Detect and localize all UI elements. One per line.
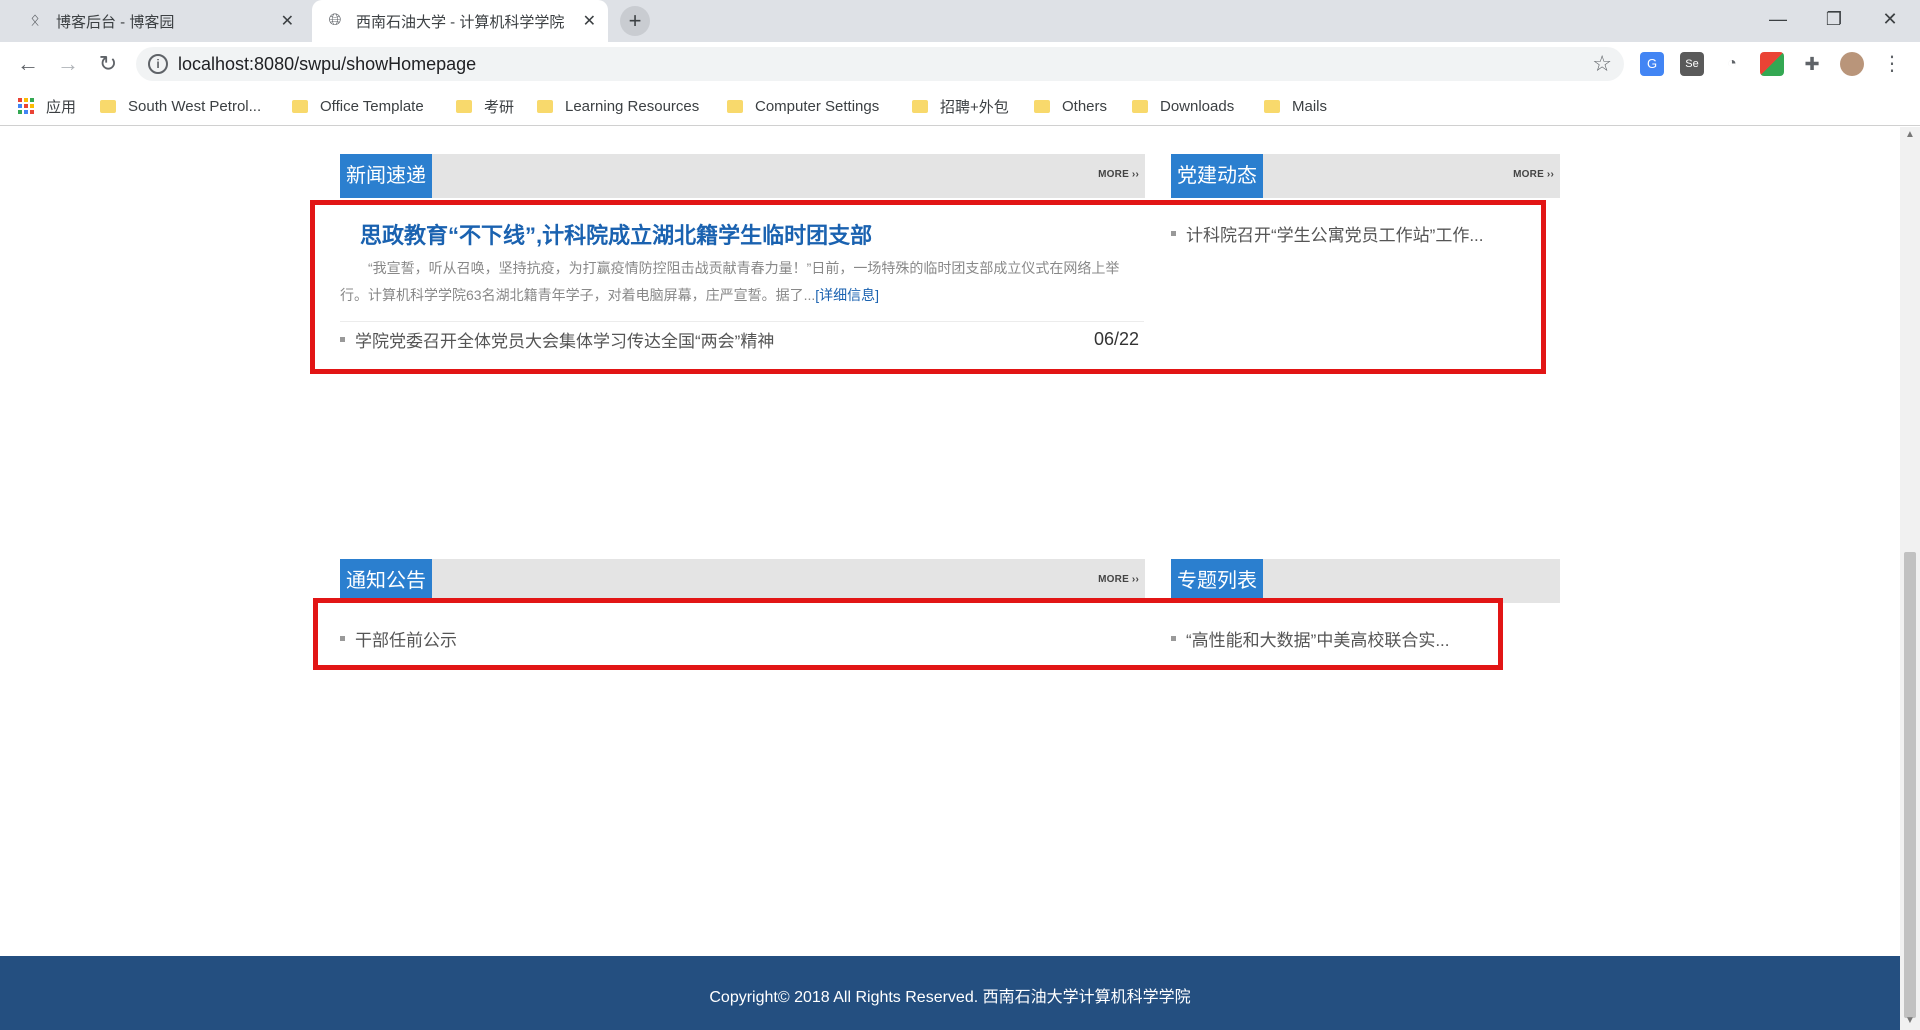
- translate-extension-icon[interactable]: G: [1640, 52, 1664, 76]
- folder-icon: [1264, 99, 1280, 113]
- notice-section-title: 通知公告: [340, 559, 432, 603]
- profile-avatar[interactable]: [1840, 52, 1864, 76]
- globe-icon: 🌐︎: [328, 12, 342, 29]
- bookmark-folder-downloads[interactable]: Downloads: [1132, 86, 1234, 126]
- bookmark-folder-recruitment[interactable]: 招聘+外包: [912, 86, 1009, 126]
- speed-extension-icon[interactable]: ◔: [1720, 52, 1744, 76]
- news-more-link[interactable]: MORE ››: [1098, 169, 1139, 180]
- address-bar[interactable]: i localhost:8080/swpu/showHomepage ☆: [136, 47, 1624, 81]
- bookmark-folder-others[interactable]: Others: [1034, 86, 1107, 126]
- browser-toolbar: ← → ↻ i localhost:8080/swpu/showHomepage…: [0, 42, 1920, 86]
- scroll-up-arrow-icon[interactable]: ▲: [1905, 129, 1915, 140]
- back-button[interactable]: ←: [14, 50, 42, 78]
- page-footer: Copyright© 2018 All Rights Reserved. 西南石…: [0, 956, 1900, 1030]
- bookmark-label: 招聘+外包: [940, 98, 1009, 116]
- bookmark-folder-office-template[interactable]: Office Template: [292, 86, 424, 126]
- close-tab-icon[interactable]: ✕: [583, 11, 596, 31]
- colorful-extension-icon[interactable]: [1760, 52, 1784, 76]
- site-info-icon[interactable]: i: [148, 54, 168, 74]
- tab-title: 博客后台 - 博客园: [56, 13, 175, 31]
- bookmark-folder-mails[interactable]: Mails: [1264, 86, 1327, 126]
- bookmark-label: 考研: [484, 98, 515, 116]
- bookmark-folder-computer-settings[interactable]: Computer Settings: [727, 86, 879, 126]
- party-more-link[interactable]: MORE ››: [1513, 169, 1554, 180]
- bookmark-folder-south-west-petrol[interactable]: South West Petrol...: [100, 86, 261, 126]
- close-tab-icon[interactable]: ✕: [281, 11, 294, 31]
- reload-button[interactable]: ↻: [94, 50, 122, 78]
- news-section-header: 新闻速递 MORE ››: [340, 154, 1145, 198]
- highlight-box-top: [310, 200, 1546, 374]
- page-scrollbar[interactable]: ▲ ▼: [1900, 127, 1920, 1030]
- folder-icon: [727, 99, 743, 113]
- news-section-title: 新闻速递: [340, 154, 432, 198]
- minimize-button[interactable]: —: [1752, 0, 1804, 38]
- folder-icon: [100, 99, 116, 113]
- folder-icon: [1132, 99, 1148, 113]
- folder-icon: [456, 99, 472, 113]
- blog-icon: ᛟ: [30, 12, 40, 29]
- bookmark-label: South West Petrol...: [128, 97, 262, 115]
- notice-section-header: 通知公告 MORE ››: [340, 559, 1145, 603]
- bookmark-label: Computer Settings: [755, 97, 880, 115]
- folder-icon: [1034, 99, 1050, 113]
- party-section-header: 党建动态 MORE ››: [1171, 154, 1560, 198]
- forward-button[interactable]: →: [54, 50, 82, 78]
- more-label: MORE: [1098, 169, 1129, 180]
- folder-icon: [912, 99, 928, 113]
- more-label: MORE: [1513, 169, 1544, 180]
- tab-strip: ᛟ 博客后台 - 博客园 ✕ 🌐︎ 西南石油大学 - 计算机科学学院 ✕ + —…: [0, 0, 1920, 42]
- close-window-button[interactable]: ✕: [1864, 0, 1916, 38]
- extensions-puzzle-icon[interactable]: ✚: [1800, 52, 1824, 76]
- bookmark-star-icon[interactable]: ☆: [1592, 51, 1612, 77]
- scroll-down-arrow-icon[interactable]: ▼: [1905, 1015, 1915, 1026]
- folder-icon: [292, 99, 308, 113]
- bookmark-label: Downloads: [1160, 97, 1235, 115]
- restore-button[interactable]: ❐: [1808, 0, 1860, 38]
- bookmark-apps[interactable]: 应用: [18, 86, 76, 126]
- party-section-title: 党建动态: [1171, 154, 1263, 198]
- page-viewport: 新闻速递 MORE ›› 思政教育“不下线”,计科院成立湖北籍学生临时团支部 “…: [0, 127, 1900, 1030]
- tab-blog-admin[interactable]: ᛟ 博客后台 - 博客园 ✕: [12, 0, 306, 42]
- notice-more-link[interactable]: MORE ››: [1098, 574, 1139, 585]
- bookmark-label: Office Template: [320, 97, 424, 115]
- topics-section-title: 专题列表: [1171, 559, 1263, 603]
- bookmark-label: Mails: [1292, 97, 1328, 115]
- apps-grid-icon: [18, 98, 34, 114]
- menu-icon[interactable]: ⋮: [1880, 52, 1904, 76]
- bookmark-label: Learning Resources: [565, 97, 700, 115]
- scrollbar-thumb[interactable]: [1904, 552, 1916, 1018]
- topics-section-header: 专题列表: [1171, 559, 1560, 603]
- footer-copyright: Copyright© 2018 All Rights Reserved. 西南石…: [709, 989, 1191, 1006]
- folder-icon: [537, 99, 553, 113]
- highlight-box-bottom: [313, 598, 1503, 670]
- bookmarks-bar: 应用 South West Petrol... Office Template …: [0, 86, 1920, 126]
- tab-title: 西南石油大学 - 计算机科学学院: [356, 13, 565, 31]
- selenium-extension-icon[interactable]: Se: [1680, 52, 1704, 76]
- bookmark-label: Others: [1062, 97, 1108, 115]
- tab-swpu-homepage[interactable]: 🌐︎ 西南石油大学 - 计算机科学学院 ✕: [312, 0, 608, 42]
- bookmark-label: 应用: [46, 98, 77, 116]
- new-tab-button[interactable]: +: [620, 6, 650, 36]
- more-label: MORE: [1098, 574, 1129, 585]
- bookmark-folder-learning-resources[interactable]: Learning Resources: [537, 86, 699, 126]
- bookmark-folder-kaoyan[interactable]: 考研: [456, 86, 514, 126]
- url-text[interactable]: localhost:8080/swpu/showHomepage: [178, 54, 476, 75]
